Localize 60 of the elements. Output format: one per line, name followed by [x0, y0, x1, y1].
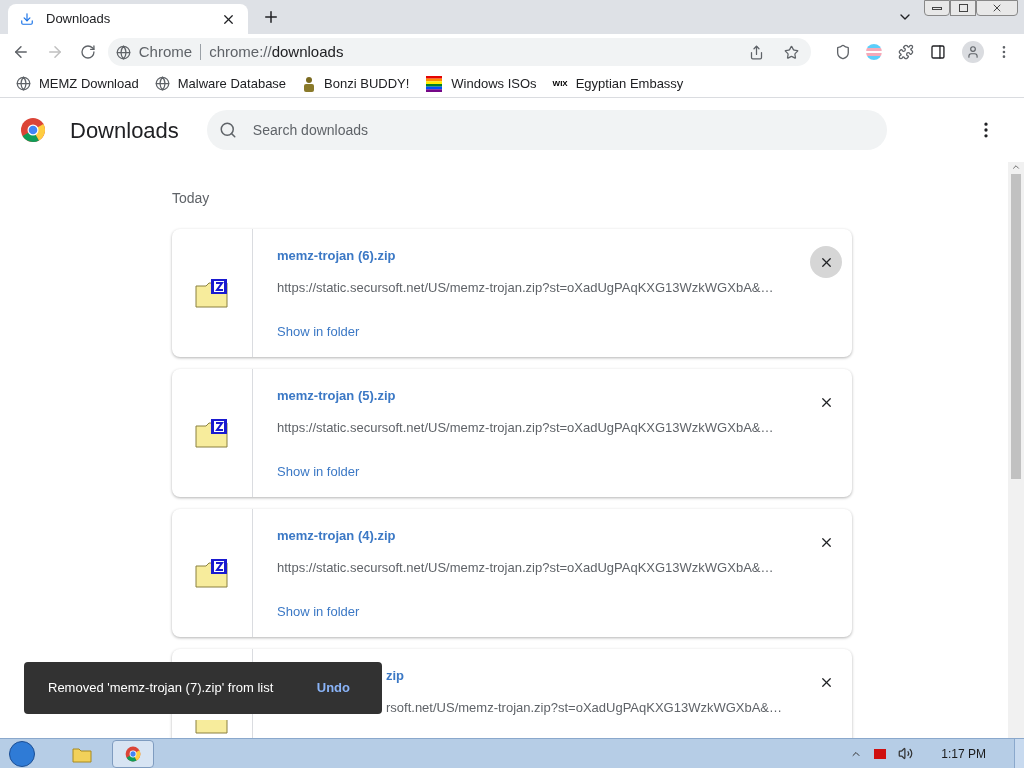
figure-icon: [302, 75, 317, 92]
globe-icon: [154, 76, 170, 91]
chrome-site-icon: [115, 44, 131, 60]
file-name-link[interactable]: memz-trojan (4).zip: [277, 526, 396, 546]
remove-button[interactable]: [810, 246, 842, 278]
bookmark-item[interactable]: WIX Egyptian Embassy: [552, 73, 684, 94]
file-name-link[interactable]: memz-trojan (6).zip: [277, 246, 396, 266]
wix-icon: WIX: [552, 77, 568, 90]
section-heading: Today: [172, 189, 210, 208]
undo-button[interactable]: Undo: [308, 678, 358, 698]
download-url: rsoft.net/US/memz-trojan.zip?st=oXadUgPAqKXG13WzkWGXbA&…: [386, 698, 783, 717]
download-url: https://static.secursoft.net/US/memz-trojan.zip?st=oXadUgPAqKXG13WzkWGXbA&…: [277, 558, 774, 577]
profile-avatar[interactable]: [962, 41, 985, 63]
url-text: chrome://downloads: [209, 41, 345, 62]
address-bar[interactable]: Chrome chrome://downloads: [107, 38, 811, 66]
search-field[interactable]: Search downloads: [206, 110, 887, 150]
scrollbar-thumb[interactable]: [1011, 174, 1021, 479]
bookmark-item[interactable]: Bonzi BUDDY!: [302, 73, 410, 94]
restore-button[interactable]: [950, 0, 976, 16]
side-panel-icon[interactable]: [930, 44, 947, 60]
bookmark-item[interactable]: Malware Database: [154, 73, 287, 94]
search-icon: [218, 121, 237, 139]
browser-tab[interactable]: Downloads: [8, 4, 248, 34]
scroll-up-icon[interactable]: [1011, 162, 1021, 172]
volume-icon[interactable]: [898, 746, 914, 761]
download-icon: [20, 12, 34, 26]
chrome-logo-icon: [20, 117, 46, 143]
site-label: Chrome: [138, 41, 193, 62]
extensions-icon[interactable]: [898, 44, 915, 60]
page-title: Downloads: [70, 116, 179, 145]
close-icon: [991, 2, 1003, 14]
back-icon[interactable]: [12, 43, 30, 61]
new-tab-icon[interactable]: [262, 8, 280, 26]
reload-icon[interactable]: [79, 44, 96, 60]
clock[interactable]: 1:17 PM: [941, 744, 986, 763]
tab-title: Downloads: [46, 10, 112, 29]
bookmark-item[interactable]: Windows ISOs: [425, 73, 537, 94]
download-url: https://static.secursoft.net/US/memz-trojan.zip?st=oXadUgPAqKXG13WzkWGXbA&…: [277, 278, 774, 297]
globe-icon: [16, 76, 31, 91]
tray-flag-icon[interactable]: [874, 748, 887, 759]
shield-extension-icon[interactable]: [834, 44, 851, 60]
show-in-folder-link[interactable]: Show in folder: [277, 462, 360, 482]
browser-logo-icon: [125, 745, 141, 762]
zip-folder-icon: [195, 558, 229, 588]
taskbar-browser-button[interactable]: [112, 739, 154, 768]
minimize-button[interactable]: [924, 0, 950, 16]
zip-folder-icon: [195, 418, 229, 448]
show-in-folder-link[interactable]: Show in folder: [277, 322, 360, 342]
share-icon[interactable]: [748, 44, 764, 60]
zip-folder-icon: [195, 720, 229, 734]
bookmark-item[interactable]: MEMZ Download: [16, 73, 139, 94]
download-url: https://static.secursoft.net/US/memz-trojan.zip?st=oXadUgPAqKXG13WzkWGXbA&…: [277, 418, 774, 437]
bookmark-star-icon[interactable]: [783, 44, 799, 60]
show-in-folder-link[interactable]: Show in folder: [277, 602, 360, 622]
toast-message: Removed 'memz-trojan (7).zip' from list: [48, 679, 274, 698]
file-name-link[interactable]: memz-trojan (5).zip: [277, 386, 396, 406]
zip-folder-icon: [195, 278, 229, 308]
rainbow-flag-icon: [425, 75, 444, 92]
file-name-link[interactable]: zip: [386, 666, 405, 686]
search-input[interactable]: Search downloads: [252, 119, 875, 141]
